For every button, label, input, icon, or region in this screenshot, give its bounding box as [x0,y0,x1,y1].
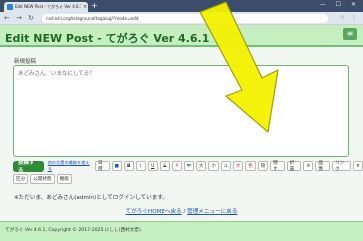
favicon-icon [7,4,13,10]
toolbar-btn-hashtag[interactable]: # [353,161,363,171]
toolbar-btn-large[interactable]: 大 [196,161,207,171]
toolbar-btn-bold[interactable]: B [123,161,134,171]
login-message: ※ただいま、あどみさん(admin)としてログインしています。 [14,195,168,201]
editor-toolbar: 投稿する 他の位置の機能を使える 日時 ■ B I U S P 中 大 小 ル … [13,160,363,174]
back-icon[interactable]: ← [4,14,10,22]
toolbar-btn-fold[interactable]: 折畳 [286,161,302,172]
toolbar-btn-italic[interactable]: I [135,161,146,171]
features-button[interactable]: 機能 [56,174,72,184]
admin-menu-link[interactable]: 管理メニューに戻る [187,209,237,215]
page: Edit NEW Post - てがろぐ Ver 4.6.1 ≡ 新規投稿 投稿… [0,25,363,241]
toolbar-btn-medium[interactable]: 中 [183,161,195,171]
page-footer: てがろぐ Ver 4.6.1, Copyright © 2017-2025 にし… [0,221,363,241]
extension-icons[interactable]: ☆ ⋮ [340,14,359,21]
toolbar-btn-underline[interactable]: U [147,161,158,171]
toolbar-btn-char[interactable]: 文 [233,161,244,171]
new-tab-button[interactable]: + [91,1,98,10]
toolbar-btn-hide2[interactable]: 隠す [270,161,285,172]
toolbar-btn-color[interactable]: 色 [245,161,256,171]
footer-copyright: てがろぐ Ver 4.6.1, Copyright © 2017-2025 にし… [5,228,143,233]
forward-icon[interactable]: → [16,14,22,22]
nav-links: てがろぐHOMEへ戻る / 管理メニューに戻る [0,207,363,215]
post-textarea[interactable] [13,65,349,157]
address-bar[interactable]: nishishi.org/testground/tegalog/?mode=ed… [42,14,328,23]
category-button[interactable]: 区分 [13,174,29,184]
toolbar-btn-image[interactable]: 画像 [315,161,331,172]
editor-toolbar-row2: 区分 公開状態 機能 [13,174,72,184]
visibility-button[interactable]: 公開状態 [30,174,55,184]
reload-icon[interactable]: ↻ [28,14,34,22]
menu-icon[interactable]: ≡ [343,28,357,40]
toolbar-btn-small[interactable]: 小 [208,161,219,171]
toolbar-btn-ruby[interactable]: ル [220,161,232,171]
home-link[interactable]: てがろぐHOMEへ戻る [126,209,182,215]
toolbar-btn-p[interactable]: P [171,161,182,171]
toolbar-btn-note[interactable]: ※ [303,161,314,171]
browser-tab-bar: Edit NEW Post - てがろぐ Ver 4.6.1 × + — ☐ ✕ [0,0,363,12]
toolbar-btn-datetime[interactable]: 日時 [94,161,110,172]
browser-toolbar: ← → ↻ nishishi.org/testground/tegalog/?m… [0,12,363,25]
toolbar-btn-strike[interactable]: S [159,161,170,171]
tab-title: Edit NEW Post - てがろぐ Ver 4.6.1 [15,4,81,9]
toolbar-btn-block[interactable]: ■ [111,161,122,171]
tab-close-icon[interactable]: × [83,4,87,10]
address-url: nishishi.org/testground/tegalog/?mode=ed… [46,16,139,21]
section-label: 新規投稿 [14,59,37,65]
post-button[interactable]: 投稿する [13,160,44,174]
browser-tab[interactable]: Edit NEW Post - てがろぐ Ver 4.6.1 × [4,2,88,12]
page-title: Edit NEW Post - てがろぐ Ver 4.6.1 [5,32,210,45]
feature-link[interactable]: 他の位置の機能を使える [46,160,93,172]
page-header: Edit NEW Post - てがろぐ Ver 4.6.1 ≡ [0,25,363,47]
toolbar-btn-link[interactable]: リンク [332,161,352,172]
toolbar-btn-hide[interactable]: 隠 [257,161,269,171]
window-controls[interactable]: — ☐ ✕ [320,1,360,8]
